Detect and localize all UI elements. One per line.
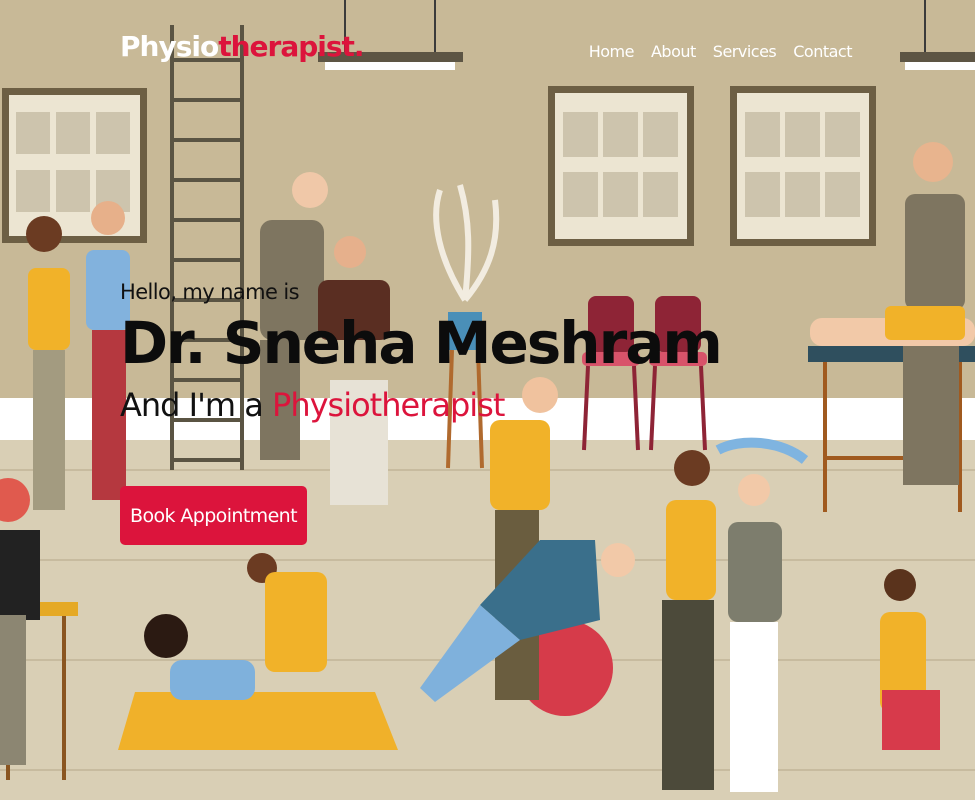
hero-role-title: Physiotherapist xyxy=(272,386,505,424)
top-navigation: Physiotherapist. Home About Services Con… xyxy=(0,0,975,100)
wall-poster xyxy=(2,88,147,243)
wall-poster xyxy=(548,86,694,246)
hero-name: Dr. Sneha Meshram xyxy=(120,309,723,377)
book-appointment-button[interactable]: Book Appointment xyxy=(120,486,307,545)
nav-link-services[interactable]: Services xyxy=(713,42,777,61)
nav-link-contact[interactable]: Contact xyxy=(793,42,852,61)
floor-mat xyxy=(118,692,398,750)
nav-link-about[interactable]: About xyxy=(651,42,696,61)
hero-greeting: Hello, my name is xyxy=(120,280,300,304)
hero-role: And I'm a Physiotherapist xyxy=(120,386,721,424)
logo-accent-text: therapist. xyxy=(218,30,364,63)
logo-primary-text: Physio xyxy=(120,30,219,63)
wall-poster xyxy=(730,86,876,246)
hero-section: Hello, my name is Dr. Sneha Meshram And … xyxy=(120,280,723,424)
main-menu: Home About Services Contact xyxy=(589,42,853,61)
site-logo[interactable]: Physiotherapist. xyxy=(120,30,365,63)
nav-link-home[interactable]: Home xyxy=(589,42,635,61)
hero-role-prefix: And I'm a xyxy=(120,386,264,424)
